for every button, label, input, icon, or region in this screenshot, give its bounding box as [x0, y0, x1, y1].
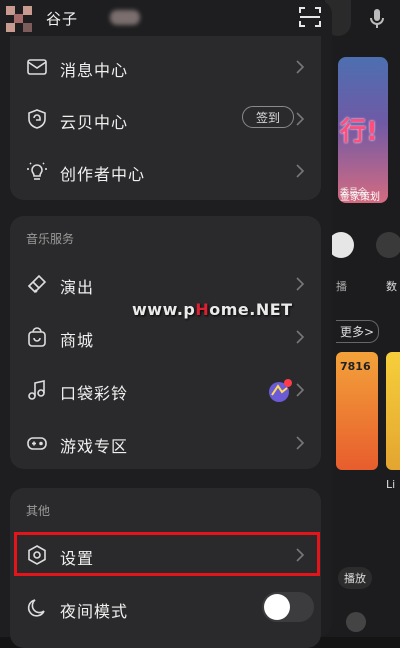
- drawer-header: 谷子: [0, 0, 332, 36]
- watermark: www.pHome.NET: [132, 300, 293, 319]
- section-title: 音乐服务: [26, 232, 75, 246]
- menu-item-store[interactable]: 商城: [10, 312, 321, 364]
- shield-coin-icon: [26, 108, 48, 130]
- music-services-card: 音乐服务 演出 商城 口袋彩铃 游戏专区: [10, 216, 321, 469]
- background-label: 数: [386, 280, 397, 293]
- background-label: 播: [336, 280, 347, 293]
- ringtone-promo-icon: [266, 377, 294, 405]
- chevron-right-icon: [294, 276, 306, 292]
- menu-item-label: 创作者中心: [60, 165, 146, 184]
- mail-icon: [26, 56, 48, 78]
- username-blur: [110, 10, 140, 25]
- background-banner[interactable]: 行! 委员会: [338, 57, 388, 203]
- menu-item-label: 商城: [60, 331, 95, 350]
- menu-item-yunbei[interactable]: 云贝中心 签到: [10, 94, 321, 146]
- settings-highlight-box: [14, 532, 320, 576]
- background-card[interactable]: [386, 352, 400, 470]
- lightbulb-icon: [26, 160, 48, 182]
- menu-item-messages[interactable]: 消息中心: [10, 42, 321, 94]
- menu-item-label: 游戏专区: [60, 437, 129, 456]
- background-label: Li: [386, 478, 396, 491]
- moon-icon: [26, 597, 48, 619]
- menu-item-label: 消息中心: [60, 61, 129, 80]
- night-mode-toggle[interactable]: [262, 592, 314, 622]
- chevron-right-icon: [294, 329, 306, 345]
- banner-text: 行!: [340, 117, 378, 147]
- music-note-icon: [26, 379, 48, 401]
- toggle-knob: [264, 594, 290, 620]
- account-card: 消息中心 云贝中心 签到 创作者中心: [10, 36, 321, 200]
- play-button[interactable]: 播放: [338, 567, 372, 589]
- chevron-right-icon: [294, 382, 306, 398]
- background-card[interactable]: 7816: [336, 352, 378, 470]
- username[interactable]: 谷子: [46, 8, 78, 29]
- microphone-icon[interactable]: [364, 6, 390, 32]
- background-bottom-icon: [346, 612, 366, 632]
- menu-item-label: 口袋彩铃: [60, 384, 129, 403]
- chevron-right-icon: [294, 59, 306, 75]
- menu-item-games[interactable]: 游戏专区: [10, 418, 321, 470]
- chevron-right-icon: [294, 111, 306, 127]
- menu-item-label: 夜间模式: [60, 602, 129, 621]
- checkin-badge[interactable]: 签到: [242, 106, 294, 128]
- section-title: 其他: [26, 504, 51, 518]
- chevron-right-icon: [294, 435, 306, 451]
- menu-item-label: 演出: [60, 278, 95, 297]
- background-round-icon[interactable]: [376, 232, 400, 258]
- menu-item-ringtone[interactable]: 口袋彩铃: [10, 365, 321, 417]
- more-link[interactable]: 更多>: [336, 320, 380, 343]
- banner-sub2: 金家策划: [340, 192, 380, 203]
- shopping-bag-icon: [26, 326, 48, 348]
- card-number: 7816: [340, 360, 371, 373]
- menu-item-label: 云贝中心: [60, 113, 129, 132]
- menu-item-creator[interactable]: 创作者中心: [10, 146, 321, 198]
- avatar[interactable]: [6, 6, 32, 32]
- gamepad-icon: [26, 432, 48, 454]
- scan-icon[interactable]: [297, 4, 323, 30]
- chevron-right-icon: [294, 163, 306, 179]
- ticket-icon: [26, 273, 48, 295]
